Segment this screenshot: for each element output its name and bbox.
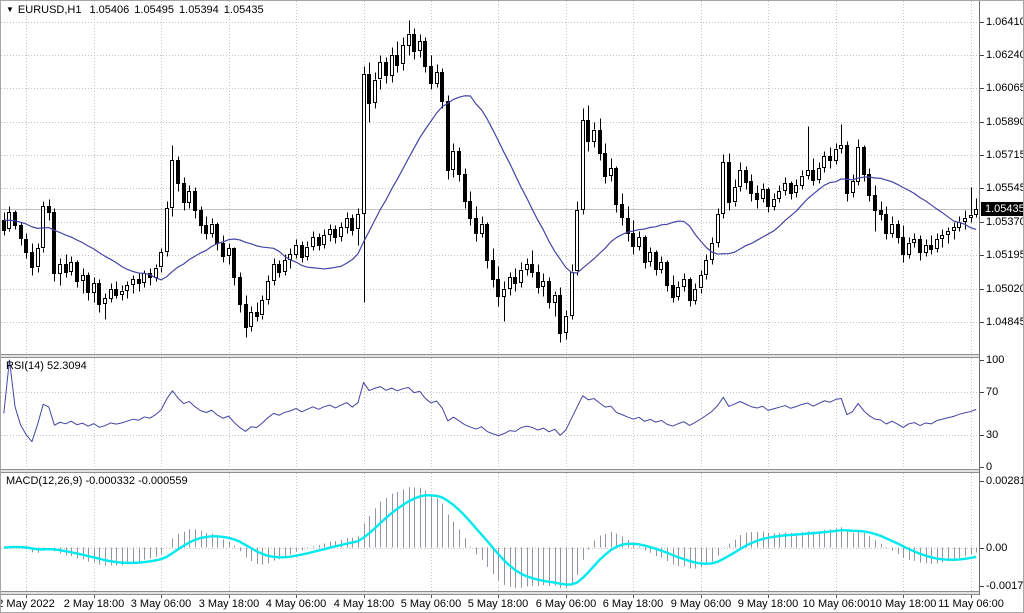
axis-tick-mark xyxy=(980,122,984,123)
time-tick-label: 5 May 06:00 xyxy=(401,598,462,610)
axis-tick-mark xyxy=(980,222,984,223)
trading-chart-window: ▼ EURUSD,H1 1.05406 1.05495 1.05394 1.05435 R… xyxy=(0,0,1024,613)
time-tick-label: 3 May 18:00 xyxy=(199,598,260,610)
price-tick-label: 1.05370 xyxy=(986,216,1024,228)
symbol-timeframe-label: EURUSD,H1 xyxy=(18,4,82,16)
axis-tick-mark xyxy=(980,467,984,468)
rsi-tick-label: 100 xyxy=(986,354,1004,366)
axis-tick-mark xyxy=(980,586,984,587)
low-value: 1.05394 xyxy=(179,4,219,16)
macd-tick-label: 0.00 xyxy=(986,542,1007,554)
time-axis[interactable]: 2 May 2022 2 May 18:00 3 May 06:00 3 May 18… xyxy=(1,595,1024,613)
price-axis[interactable]: 1.05435 1.06410 1.06240 1.06065 1.05890 1.05… xyxy=(979,1,1024,595)
panel-separator[interactable] xyxy=(1,354,979,358)
axis-tick-mark xyxy=(980,255,984,256)
rsi-tick-label: 70 xyxy=(986,386,998,398)
high-value: 1.05495 xyxy=(134,4,174,16)
rsi-tick-label: 30 xyxy=(986,429,998,441)
axis-tick-mark xyxy=(980,548,984,549)
price-tick-label: 1.06065 xyxy=(986,82,1024,94)
time-tick-label: 3 May 06:00 xyxy=(131,598,192,610)
axis-tick-mark xyxy=(980,289,984,290)
axis-tick-mark xyxy=(980,360,984,361)
rsi-panel-label: RSI(14) 52.3094 xyxy=(6,360,87,372)
time-tick-label: 6 May 06:00 xyxy=(536,598,597,610)
symbol-dropdown-icon[interactable]: ▼ xyxy=(6,5,14,14)
time-tick-label: 9 May 18:00 xyxy=(738,598,799,610)
price-tick-label: 1.05020 xyxy=(986,283,1024,295)
price-tick-label: 1.05195 xyxy=(986,249,1024,261)
price-tick-label: 1.06240 xyxy=(986,49,1024,61)
axis-tick-mark xyxy=(980,88,984,89)
chart-header: ▼ EURUSD,H1 1.05406 1.05495 1.05394 1.05435 xyxy=(6,4,269,16)
rsi-tick-label: 0 xyxy=(986,461,992,473)
price-tick-label: 1.04845 xyxy=(986,316,1024,328)
time-tick-label: 11 May 06:00 xyxy=(938,598,1004,610)
price-tick-label: 1.06410 xyxy=(986,16,1024,28)
axis-tick-mark xyxy=(980,435,984,436)
axis-tick-mark xyxy=(980,392,984,393)
current-price-tag: 1.05435 xyxy=(981,202,1024,216)
price-chart-canvas[interactable] xyxy=(1,1,979,354)
price-tick-label: 1.05890 xyxy=(986,116,1024,128)
macd-indicator-canvas[interactable] xyxy=(1,473,979,591)
macd-tick-label: 0.002816 xyxy=(986,475,1024,487)
time-tick-label: 2 May 18:00 xyxy=(64,598,125,610)
rsi-indicator-canvas[interactable] xyxy=(1,358,979,469)
price-tick-label: 1.05545 xyxy=(986,182,1024,194)
time-tick-label: 6 May 18:00 xyxy=(603,598,664,610)
axis-tick-mark xyxy=(980,481,984,482)
axis-tick-mark xyxy=(980,55,984,56)
axis-tick-mark xyxy=(980,322,984,323)
close-value: 1.05435 xyxy=(224,4,264,16)
axis-tick-mark xyxy=(980,155,984,156)
time-tick-label: 9 May 06:00 xyxy=(671,598,732,610)
time-tick-label: 10 May 06:00 xyxy=(803,598,870,610)
price-tick-label: 1.05715 xyxy=(986,149,1024,161)
time-tick-label: 4 May 06:00 xyxy=(266,598,327,610)
time-tick-label: 4 May 18:00 xyxy=(334,598,395,610)
macd-panel-label: MACD(12,26,9) -0.000332 -0.000559 xyxy=(6,475,188,487)
time-tick-label: 5 May 18:00 xyxy=(468,598,529,610)
axis-tick-mark xyxy=(980,188,984,189)
time-tick-label: 10 May 18:00 xyxy=(870,598,937,610)
axis-tick-mark xyxy=(980,22,984,23)
macd-tick-label: -0.001796 xyxy=(986,580,1024,592)
panel-separator[interactable] xyxy=(1,469,979,473)
time-tick-label: 2 May 2022 xyxy=(0,598,55,610)
open-value: 1.05406 xyxy=(90,4,130,16)
